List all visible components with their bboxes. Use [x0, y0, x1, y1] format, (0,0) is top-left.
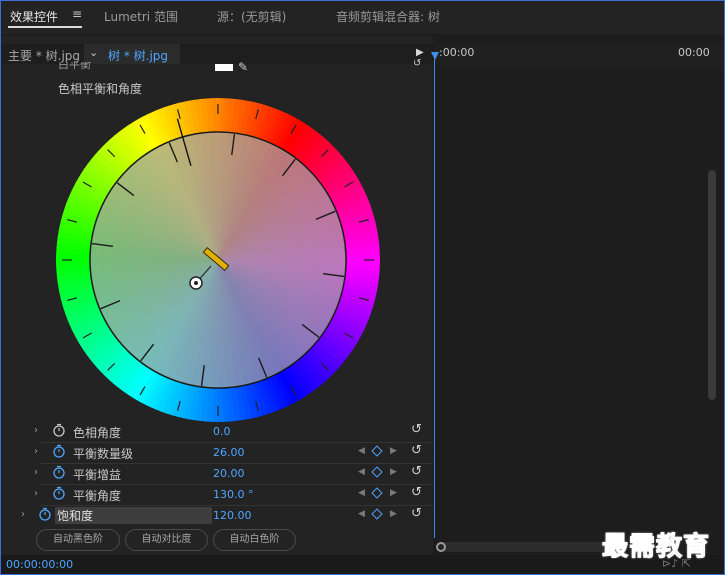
ruler-end-time: 00:00 [678, 46, 710, 59]
stopwatch-icon[interactable] [52, 423, 66, 437]
param-row-hue-angle: › 色相角度 0.0 ↺ [0, 422, 433, 443]
add-keyframe-icon[interactable] [371, 508, 383, 520]
param-value[interactable]: 0.0 [213, 425, 231, 438]
tab-source[interactable]: 源：(无剪辑) [217, 8, 286, 25]
expand-arrow-icon[interactable]: › [34, 467, 38, 478]
vertical-scrollbar[interactable] [708, 170, 716, 400]
add-keyframe-icon[interactable] [371, 487, 383, 499]
effect-timeline[interactable] [435, 36, 725, 555]
param-value[interactable]: 130.0 ° [213, 488, 254, 501]
reset-icon[interactable]: ↺ [411, 422, 422, 437]
reset-icon[interactable]: ↺ [413, 58, 421, 69]
reset-icon[interactable]: ↺ [411, 464, 422, 479]
stopwatch-icon[interactable] [52, 465, 66, 479]
panel-menu-icon[interactable]: ≡ [72, 7, 82, 21]
expand-arrow-icon[interactable]: › [21, 509, 25, 520]
reset-icon[interactable]: ↺ [411, 506, 422, 521]
ruler-start-time: :00:00 [439, 46, 475, 59]
stopwatch-icon[interactable] [52, 444, 66, 458]
param-row-balance-angle: › 平衡角度 130.0 ° ◀ ▶ ↺ ▶ [0, 485, 440, 506]
prev-keyframe-icon[interactable]: ◀ [358, 509, 365, 519]
next-keyframe-icon[interactable]: ▶ [390, 488, 397, 498]
next-keyframe-icon[interactable]: ▶ [390, 446, 397, 456]
panel-tab-bar: 效果控件 ≡ Lumetri 范围 源：(无剪辑) 音频剪辑混合器: 树 [0, 0, 725, 34]
eyedropper-icon[interactable]: ✎ [238, 60, 248, 74]
active-tab-indicator [8, 26, 82, 28]
param-label: 色相角度 [73, 426, 122, 440]
param-row-balance-gain: › 平衡增益 20.00 ◀ ▶ ↺ ▶ [0, 464, 440, 485]
white-balance-swatch[interactable] [215, 64, 233, 71]
zoom-bar-handle[interactable] [436, 542, 446, 552]
param-value[interactable]: 26.00 [213, 446, 245, 459]
stopwatch-icon[interactable] [38, 507, 52, 521]
next-keyframe-icon[interactable]: ▶ [390, 467, 397, 477]
auto-white-level-button[interactable]: 自动白色阶 [213, 529, 296, 551]
tab-audio-clip-mixer[interactable]: 音频剪辑混合器: 树 [336, 8, 440, 25]
prev-keyframe-icon[interactable]: ◀ [358, 488, 365, 498]
reset-icon[interactable]: ↺ [411, 485, 422, 500]
play-icon[interactable]: ▶ [416, 47, 424, 58]
param-value[interactable]: 120.00 [213, 509, 252, 522]
watermark-logo: 最需教育 [601, 532, 711, 563]
playhead-line[interactable] [434, 56, 435, 538]
chevron-down-icon[interactable]: ⌄ [89, 46, 98, 59]
param-label: 平衡角度 [73, 489, 122, 503]
param-label: 平衡增益 [73, 468, 122, 482]
prev-keyframe-icon[interactable]: ◀ [358, 467, 365, 477]
hue-balance-angle-title: 色相平衡和角度 [58, 82, 143, 96]
param-label: 平衡数量级 [73, 447, 134, 461]
prev-keyframe-icon[interactable]: ◀ [358, 446, 365, 456]
param-row-balance-magnitude: › 平衡数量级 26.00 ◀ ▶ ↺ ▶ [0, 443, 440, 464]
white-balance-label: 白平衡 [58, 62, 91, 71]
hue-balance-color-wheel[interactable] [56, 98, 380, 422]
param-value[interactable]: 20.00 [213, 467, 245, 480]
param-row-saturation: › 饱和度 120.00 ◀ ▶ ↺ ▶ [0, 506, 440, 527]
stopwatch-icon[interactable] [52, 486, 66, 500]
add-keyframe-icon[interactable] [371, 466, 383, 478]
playhead-handle[interactable] [431, 52, 439, 60]
current-timecode[interactable]: 00:00:00:00 [6, 558, 73, 571]
wheel-center-target[interactable] [189, 276, 203, 290]
expand-arrow-icon[interactable]: › [34, 488, 38, 499]
sequence-clip-label[interactable]: 树 * 树.jpg [108, 47, 168, 64]
reset-icon[interactable]: ↺ [411, 443, 422, 458]
param-label: 饱和度 [55, 507, 212, 524]
expand-arrow-icon[interactable]: › [34, 446, 38, 457]
auto-contrast-button[interactable]: 自动对比度 [125, 529, 208, 551]
horizontal-zoom-bar[interactable] [436, 542, 606, 552]
next-keyframe-icon[interactable]: ▶ [390, 509, 397, 519]
tab-lumetri-scopes[interactable]: Lumetri 范围 [104, 8, 178, 25]
expand-arrow-icon[interactable]: › [34, 425, 38, 436]
auto-black-level-button[interactable]: 自动黑色阶 [36, 529, 120, 551]
add-keyframe-icon[interactable] [371, 445, 383, 457]
tab-effect-controls[interactable]: 效果控件 [10, 8, 58, 25]
